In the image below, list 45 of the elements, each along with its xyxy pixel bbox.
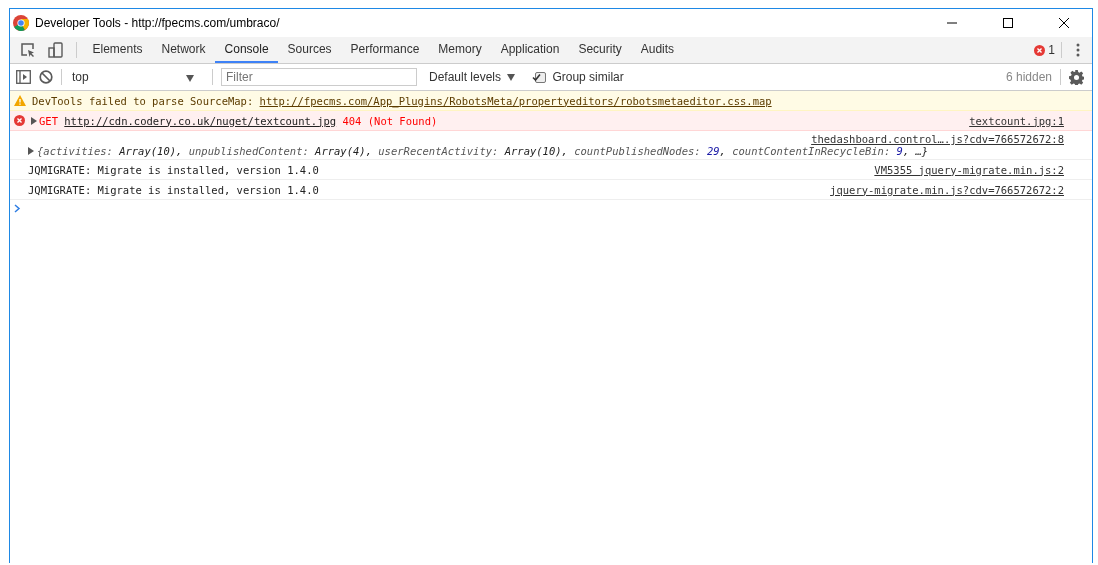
sidebar-toggle-icon[interactable] (16, 70, 31, 84)
panel-tab[interactable]: Network (152, 37, 216, 63)
warning-message: DevTools failed to parse SourceMap: http://fpecms.com/App_Plugins/RobotsMeta/propertyeditors/robotsmetaeditor.css.map (32, 94, 772, 107)
levels-dropdown[interactable]: Default levels (425, 70, 528, 84)
close-icon[interactable] (1058, 17, 1070, 29)
dropdown-icon (507, 74, 516, 81)
hidden-count: 6 hidden (1005, 70, 1052, 84)
group-similar-label: Group similar (552, 70, 624, 84)
log-message: JQMIGRATE: Migrate is installed, version 1.4.0 (28, 183, 319, 196)
settings-icon[interactable] (1069, 69, 1084, 85)
error-message: GET http://cdn.codery.co.uk/nuget/textcount.jpg 404 (Not Found) (39, 114, 438, 127)
inspect-icon[interactable] (20, 42, 36, 58)
object-preview: {activities: Array(10), unpublishedContent: Array(4), userRecentActivity: Array(10), countPublishedNodes: 29, countContentInRecycleBin: 9, …} (37, 145, 930, 157)
context-select[interactable]: top (70, 70, 204, 84)
panel-tab[interactable]: Console (215, 37, 279, 63)
source-link[interactable]: thedashboard.control….js?cdv=766572672:8 (811, 133, 1064, 145)
prompt-icon[interactable] (14, 204, 21, 213)
clear-icon[interactable] (39, 70, 53, 84)
panel-tab[interactable]: Memory (428, 37, 492, 63)
expand-icon[interactable] (28, 147, 34, 155)
sourcemap-link[interactable]: http://fpecms.com/App_Plugins/RobotsMeta/propertyeditors/robotsmetaeditor.css.map (259, 94, 772, 107)
request-link[interactable]: http://cdn.codery.co.uk/nuget/textcount.jpg (64, 114, 337, 127)
error-icon (14, 115, 25, 126)
filter-field[interactable]: Filter (221, 68, 417, 86)
maximize-icon[interactable] (1002, 17, 1014, 29)
more-icon[interactable] (1076, 43, 1080, 57)
error-icon (1034, 44, 1046, 56)
panel-tab[interactable]: Application (491, 37, 569, 63)
source-link[interactable]: VM5355 jquery-migrate.min.js:2 (874, 163, 1064, 176)
panel-tab[interactable]: Security (568, 37, 632, 63)
panel-tab[interactable]: Audits (631, 37, 684, 63)
browser-logo-icon (13, 15, 29, 31)
dropdown-icon (186, 74, 194, 82)
expand-icon[interactable] (31, 116, 37, 125)
window-title: Developer Tools - http://fpecms.com/umbraco/ (35, 16, 280, 30)
source-link[interactable]: jquery-migrate.min.js?cdv=766572672:2 (830, 183, 1064, 196)
warning-icon (14, 95, 26, 106)
log-message: JQMIGRATE: Migrate is installed, version 1.4.0 (28, 163, 319, 176)
source-link[interactable]: textcount.jpg:1 (969, 114, 1064, 127)
error-count[interactable]: 1 (1048, 43, 1055, 57)
device-icon[interactable] (48, 42, 64, 58)
panel-tab[interactable]: Sources (278, 37, 342, 63)
panel-tab[interactable]: Performance (341, 37, 429, 63)
panel-tab[interactable]: Elements (83, 37, 153, 63)
group-similar-checkbox[interactable] (535, 71, 547, 83)
